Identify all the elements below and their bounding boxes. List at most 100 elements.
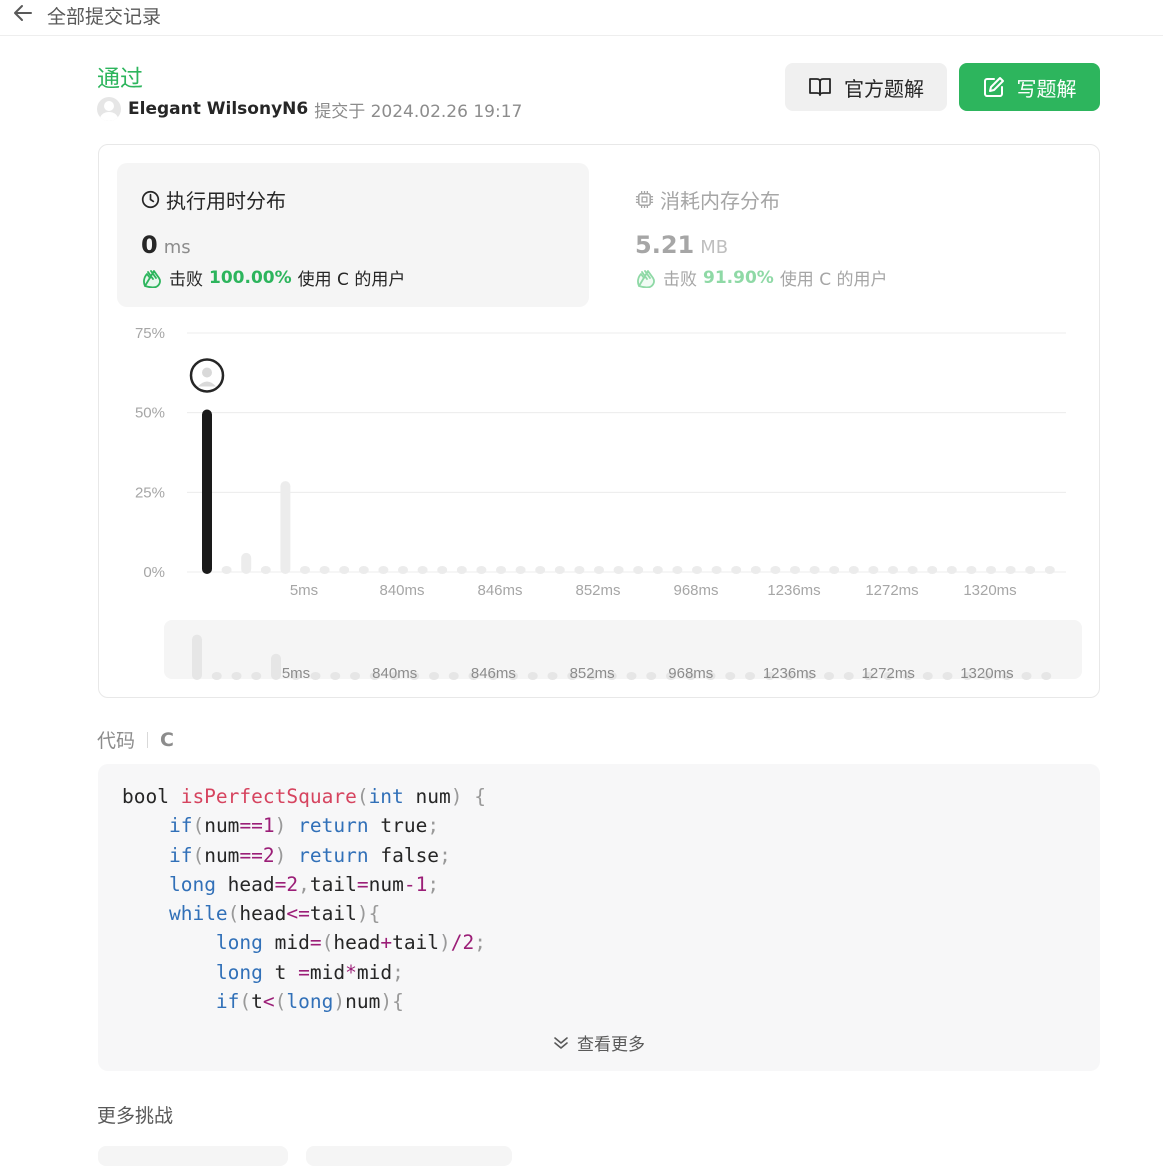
code-token: tail (309, 902, 357, 926)
chart-bar (241, 552, 252, 574)
code-token: mid (356, 960, 393, 984)
x-tick-label: 846ms (477, 582, 522, 599)
author-row: Elegant WilsonyN6 提交于 2024.02.26 19:17 (97, 96, 522, 122)
code-token: bool (122, 785, 181, 808)
chart-bar (515, 566, 526, 574)
code-token: long (215, 960, 263, 984)
code-token: num (368, 872, 404, 896)
code-token: ( (274, 990, 287, 1014)
runtime-distribution-chart[interactable]: 75% 50% 25% 0% 5ms 840ms 846ms 852ms 968ms 1236ms… (99, 145, 1099, 697)
x-tick-label: 5ms (290, 582, 318, 599)
show-more-button[interactable]: 查看更多 (98, 1030, 1100, 1055)
x-tick-label: 1236ms (767, 582, 820, 599)
y-tick-label: 50% (135, 405, 165, 422)
code-token: ){ (380, 990, 404, 1014)
code-line: if(num==1) return true; (122, 811, 486, 840)
code-token: if (215, 990, 240, 1014)
overview-bar (330, 672, 341, 680)
chart-bar (417, 566, 428, 574)
code-token: ) (333, 990, 346, 1014)
code-token: ) (274, 814, 299, 838)
code-token: t (251, 990, 263, 1014)
code-line: if(t<(long)num){ (122, 987, 486, 1016)
chart-bar (339, 566, 350, 574)
code-token: head (215, 872, 275, 896)
code-token: ; (392, 960, 404, 984)
show-more-label: 查看更多 (577, 1035, 645, 1055)
overview-bar (843, 672, 854, 680)
official-solution-button[interactable]: 官方题解 (785, 63, 947, 111)
double-chevron-down-icon (554, 1036, 568, 1049)
overview-bar (646, 672, 657, 680)
chart-bar (633, 566, 644, 574)
edit-icon (983, 77, 1004, 97)
code-token: num (403, 785, 451, 808)
author-name[interactable]: Elegant WilsonyN6 (128, 99, 308, 119)
submission-status: 通过 (97, 66, 143, 92)
code-token: = (298, 960, 310, 984)
chart-bar (829, 566, 840, 574)
code-token: 1 (262, 814, 275, 838)
write-solution-button[interactable]: 写题解 (959, 63, 1100, 111)
chart-bar (1005, 566, 1016, 574)
overview-bar (1021, 672, 1032, 680)
challenge-card[interactable] (306, 1146, 512, 1166)
chart-bar (731, 566, 742, 574)
back-arrow-icon[interactable] (12, 2, 34, 24)
code-token: ; (427, 814, 440, 838)
overview-bar (192, 634, 202, 680)
code-token: + (380, 931, 393, 955)
code-token: ( (356, 785, 369, 808)
x-tick-label: 1320ms (963, 582, 1016, 599)
code-token: int (368, 785, 404, 808)
code-token: tail (309, 872, 357, 896)
code-token: 2 (262, 843, 275, 867)
overview-tick-label: 5ms (282, 665, 310, 682)
code-token: 2 (286, 872, 299, 896)
code-token: <= (286, 902, 310, 926)
code-token: ; (474, 931, 487, 955)
y-tick-label: 25% (135, 484, 165, 501)
x-tick-label: 840ms (379, 582, 424, 599)
code-line: if(num==2) return false; (122, 841, 486, 870)
code-token: true (368, 814, 428, 838)
code-line: while(head<=tail){ (122, 899, 486, 928)
chart-bar (692, 566, 702, 574)
chart-bar (750, 566, 761, 574)
avatar[interactable] (97, 97, 121, 121)
overview-bar (271, 653, 281, 680)
code-token: mid (309, 960, 346, 984)
code-token: ( (192, 843, 205, 867)
chart-bar (888, 566, 898, 574)
code-label-text: 代码 (97, 730, 136, 752)
code-token: head (333, 931, 381, 955)
chart-bar (280, 481, 291, 574)
code-token: num (204, 843, 240, 867)
chart-bar (809, 566, 820, 574)
chart-bar (1025, 566, 1036, 574)
code-token: num (204, 814, 240, 838)
code-token: long (286, 990, 334, 1014)
x-tick-label: 852ms (575, 582, 620, 599)
chart-bar (456, 566, 467, 574)
chart-bar (535, 566, 546, 574)
chart-bar (672, 566, 683, 574)
code-content: bool isPerfectSquare(int num) { if(num==… (122, 782, 486, 1016)
overview-tick-label: 1320ms (960, 665, 1013, 682)
overview-bar (429, 672, 439, 680)
chart-bar (437, 566, 448, 574)
code-token: t (262, 960, 299, 984)
overview-tick-label: 852ms (570, 665, 615, 682)
code-token: ( (239, 990, 252, 1014)
code-block[interactable]: bool isPerfectSquare(int num) { if(num==… (98, 764, 1100, 1071)
chart-bar (574, 566, 585, 574)
back-link[interactable]: 全部提交记录 (47, 2, 161, 29)
chart-bar (966, 566, 977, 574)
code-line: long t =mid*mid; (122, 958, 486, 987)
overview-bar (448, 672, 459, 680)
challenge-card[interactable] (98, 1146, 288, 1166)
